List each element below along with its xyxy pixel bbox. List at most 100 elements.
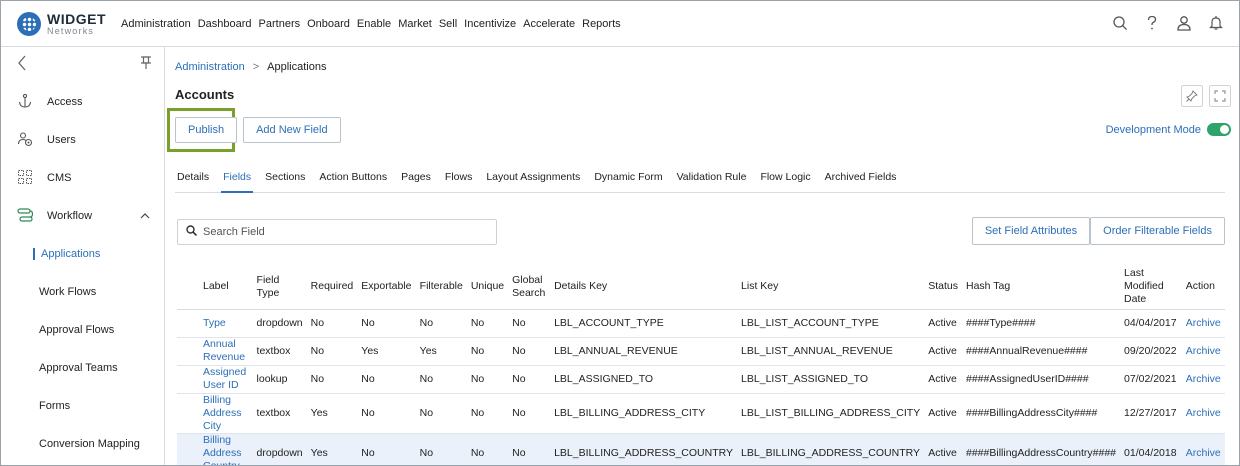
tab-action-buttons[interactable]: Action Buttons: [317, 165, 389, 193]
user-icon[interactable]: [1175, 13, 1193, 33]
nav-partners[interactable]: Partners: [259, 18, 301, 30]
archive-link[interactable]: Archive: [1181, 433, 1225, 465]
field-hash-tag: ####AssignedUserID####: [962, 365, 1121, 394]
field-details-key: LBL_BILLING_ADDRESS_COUNTRY: [550, 433, 738, 465]
tab-flows[interactable]: Flows: [443, 165, 474, 193]
field-last-modified: 12/27/2017: [1120, 393, 1182, 434]
field-details-key: LBL_ANNUAL_REVENUE: [550, 337, 738, 366]
sidebar-sub-conversion-mapping[interactable]: Conversion Mapping: [1, 425, 164, 463]
tab-fields[interactable]: Fields: [221, 165, 254, 193]
sidebar-item-cms[interactable]: CMS: [1, 159, 164, 197]
field-type: textbox: [252, 393, 307, 434]
breadcrumb-separator: >: [252, 61, 260, 73]
field-details-key: LBL_ACCOUNT_TYPE: [550, 309, 738, 338]
tab-archived-fields[interactable]: Archived Fields: [823, 165, 899, 193]
field-type: textbox: [252, 337, 307, 366]
archive-link[interactable]: Archive: [1181, 393, 1225, 434]
field-label-link[interactable]: Assigned User ID: [177, 365, 253, 394]
publish-button[interactable]: Publish: [175, 117, 238, 143]
sidebar-sub-work-flows[interactable]: Work Flows: [1, 273, 164, 311]
development-mode-label: Development Mode: [1105, 123, 1201, 136]
order-filterable-fields-button[interactable]: Order Filterable Fields: [1090, 217, 1225, 245]
field-last-modified: 01/04/2018: [1120, 433, 1182, 465]
archive-link[interactable]: Archive: [1181, 337, 1225, 366]
development-mode-toggle[interactable]: [1207, 123, 1231, 136]
archive-link[interactable]: Archive: [1181, 309, 1225, 338]
col-hash-tag[interactable]: Hash Tag: [962, 265, 1121, 310]
sidebar-item-access[interactable]: Access: [1, 83, 164, 121]
field-type: lookup: [252, 365, 307, 394]
col-label[interactable]: Label: [177, 265, 253, 310]
field-filterable: No: [415, 309, 467, 338]
field-status: Active: [924, 433, 962, 465]
archive-link[interactable]: Archive: [1181, 365, 1225, 394]
nav-market[interactable]: Market: [398, 18, 432, 30]
field-global-search: No: [508, 309, 551, 338]
field-list-key: LBL_LIST_ACCOUNT_TYPE: [737, 309, 925, 338]
nav-incentivize[interactable]: Incentivize: [464, 18, 516, 30]
col-unique[interactable]: Unique: [466, 265, 509, 310]
notification-icon[interactable]: [1207, 13, 1225, 33]
field-details-key: LBL_BILLING_ADDRESS_CITY: [550, 393, 738, 434]
nav-reports[interactable]: Reports: [582, 18, 621, 30]
nav-administration[interactable]: Administration: [121, 18, 191, 30]
col-filterable[interactable]: Filterable: [415, 265, 467, 310]
tab-sections[interactable]: Sections: [263, 165, 307, 193]
collapse-sidebar-icon[interactable]: [17, 55, 27, 76]
field-details-key: LBL_ASSIGNED_TO: [550, 365, 738, 394]
nav-enable[interactable]: Enable: [357, 18, 391, 30]
search-icon[interactable]: [1111, 13, 1129, 33]
table-row: Annual Revenue textbox No Yes Yes No No …: [177, 337, 1225, 366]
breadcrumb-administration[interactable]: Administration: [175, 61, 245, 73]
field-filterable: No: [415, 365, 467, 394]
col-field-type[interactable]: Field Type: [252, 265, 307, 310]
fullscreen-icon[interactable]: [1209, 85, 1231, 107]
tab-details[interactable]: Details: [175, 165, 211, 193]
chevron-up-icon[interactable]: [140, 211, 150, 222]
field-required: No: [306, 337, 358, 366]
nav-onboard[interactable]: Onboard: [307, 18, 350, 30]
field-status: Active: [924, 337, 962, 366]
tab-flow-logic[interactable]: Flow Logic: [758, 165, 812, 193]
nav-sell[interactable]: Sell: [439, 18, 457, 30]
field-status: Active: [924, 309, 962, 338]
field-last-modified: 09/20/2022: [1120, 337, 1182, 366]
sidebar-item-workflow[interactable]: Workflow: [1, 197, 164, 235]
set-field-attributes-button[interactable]: Set Field Attributes: [971, 217, 1091, 245]
pin-page-icon[interactable]: [1181, 85, 1203, 107]
field-label-link[interactable]: Billing Address City: [177, 393, 253, 434]
nav-dashboard[interactable]: Dashboard: [198, 18, 252, 30]
sidebar-sub-forms[interactable]: Forms: [1, 387, 164, 425]
col-exportable[interactable]: Exportable: [357, 265, 416, 310]
col-status[interactable]: Status: [924, 265, 962, 310]
field-label-link[interactable]: Type: [177, 309, 253, 338]
field-hash-tag: ####Type####: [962, 309, 1121, 338]
add-new-field-button[interactable]: Add New Field: [243, 117, 341, 143]
tab-pages[interactable]: Pages: [399, 165, 433, 193]
col-required[interactable]: Required: [306, 265, 358, 310]
help-icon[interactable]: [1143, 13, 1161, 33]
tab-validation-rule[interactable]: Validation Rule: [675, 165, 749, 193]
sidebar-sub-approval-teams[interactable]: Approval Teams: [1, 349, 164, 387]
col-details-key[interactable]: Details Key: [550, 265, 738, 310]
tab-layout-assignments[interactable]: Layout Assignments: [484, 165, 582, 193]
col-list-key[interactable]: List Key: [737, 265, 925, 310]
logo[interactable]: WIDGET Networks: [17, 11, 117, 36]
sidebar-sub-applications[interactable]: Applications: [1, 235, 164, 273]
tab-dynamic-form[interactable]: Dynamic Form: [592, 165, 664, 193]
field-unique: No: [466, 393, 509, 434]
anchor-icon: [15, 93, 35, 112]
field-label-link[interactable]: Annual Revenue: [177, 337, 253, 366]
table-row-selected: Billing Address Country dropdown Yes No …: [177, 433, 1225, 465]
col-last-modified[interactable]: Last Modified Date: [1120, 265, 1182, 310]
col-global-search[interactable]: Global Search: [508, 265, 551, 310]
field-required: No: [306, 309, 358, 338]
sidebar-sub-approval-flows[interactable]: Approval Flows: [1, 311, 164, 349]
field-label-link[interactable]: Billing Address Country: [177, 433, 253, 465]
search-field-input[interactable]: [203, 226, 483, 238]
top-nav: Administration Dashboard Partners Onboar…: [121, 18, 628, 30]
pin-icon[interactable]: [140, 55, 152, 75]
field-exportable: No: [357, 393, 416, 434]
sidebar-item-users[interactable]: Users: [1, 121, 164, 159]
nav-accelerate[interactable]: Accelerate: [523, 18, 575, 30]
